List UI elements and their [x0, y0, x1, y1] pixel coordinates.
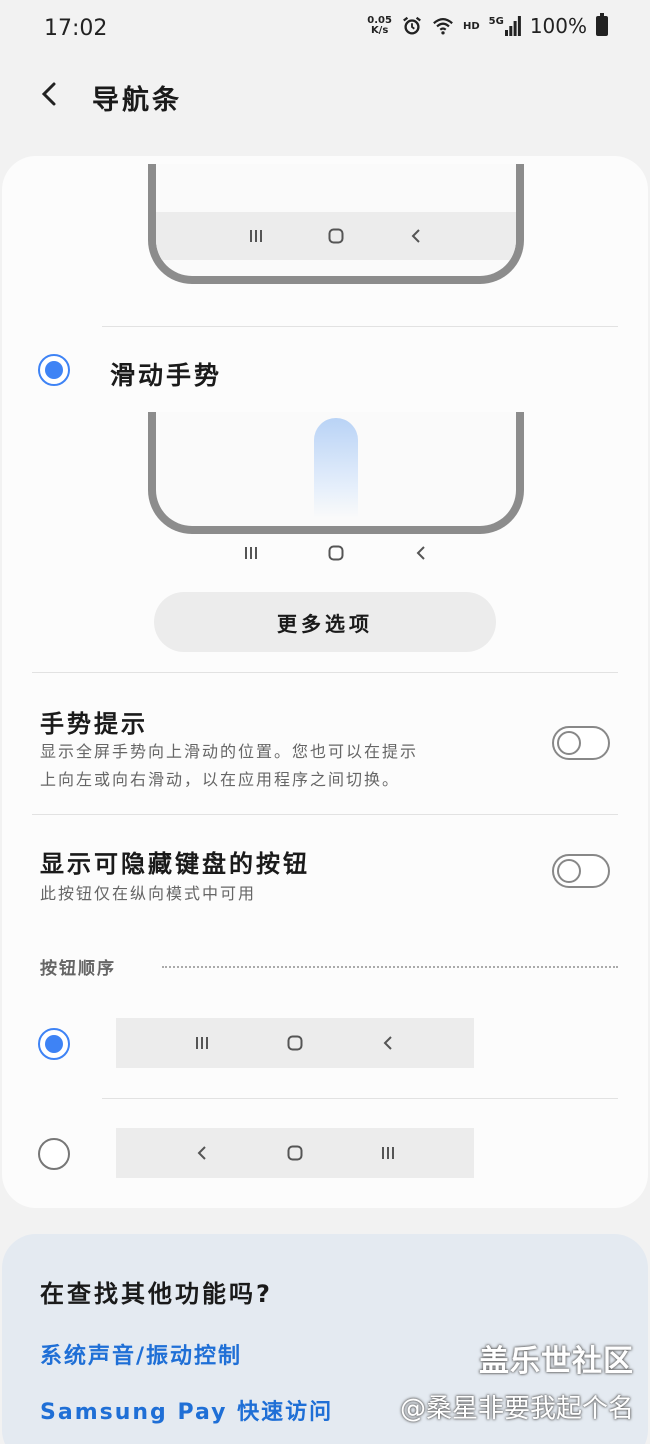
home-icon	[287, 1145, 303, 1161]
keyboard-button-desc: 此按钮仅在纵向模式中可用	[40, 884, 257, 903]
home-icon	[328, 545, 344, 561]
alarm-icon	[403, 16, 421, 35]
network-speed: 0.05 K/s	[367, 16, 392, 36]
watermark-author: @桑星非要我起个名	[399, 1394, 634, 1424]
button-order-option-1[interactable]	[116, 1018, 474, 1068]
recents-icon	[250, 230, 262, 242]
suggestion-link-sound-vibration[interactable]: 系统声音/振动控制	[40, 1338, 242, 1370]
back-icon	[411, 229, 420, 243]
divider	[32, 814, 618, 815]
button-nav-preview[interactable]	[148, 164, 524, 284]
gesture-swipe-hint	[314, 418, 358, 518]
recents-icon	[244, 547, 257, 559]
page-header: 导航条	[0, 66, 650, 122]
keyboard-button-toggle[interactable]	[552, 854, 610, 888]
settings-card: 滑动手势 更多选项 手势提示 显示全屏手势向上滑动的位置。您也可以在提示 上向左…	[2, 156, 648, 1208]
gesture-hint-desc: 显示全屏手势向上滑动的位置。您也可以在提示 上向左或向右滑动，以在应用程序之间切…	[40, 738, 520, 794]
divider	[102, 326, 618, 327]
status-time: 17:02	[44, 16, 108, 41]
back-icon	[383, 1036, 392, 1050]
button-order-radio-2[interactable]	[38, 1138, 70, 1170]
swipe-gesture-preview[interactable]	[148, 412, 524, 534]
section-divider-dots	[162, 966, 618, 968]
signal-indicator: 5G	[489, 16, 521, 36]
gesture-hint-toggle[interactable]	[552, 726, 610, 760]
status-indicators: 0.05 K/s HD 5G 100%	[367, 13, 608, 38]
gesture-hint-desc-line1: 显示全屏手势向上滑动的位置。您也可以在提示	[40, 742, 419, 761]
status-bar: 17:02 0.05 K/s HD 5G 100%	[0, 0, 650, 58]
button-nav-preview-bar	[156, 212, 516, 260]
suggestions-title: 在查找其他功能吗?	[40, 1280, 273, 1308]
back-icon	[197, 1146, 207, 1160]
back-chevron-icon[interactable]	[36, 76, 66, 112]
button-order-option-2[interactable]	[116, 1128, 474, 1178]
swipe-gesture-radio[interactable]	[38, 354, 70, 386]
battery-icon	[596, 13, 608, 36]
suggestion-link-samsung-pay[interactable]: Samsung Pay 快速访问	[40, 1394, 333, 1426]
divider	[32, 672, 618, 673]
back-icon	[416, 546, 426, 560]
button-order-radio-1[interactable]	[38, 1028, 70, 1060]
battery-percent: 100%	[529, 14, 587, 38]
home-icon	[287, 1035, 303, 1051]
wifi-icon	[433, 18, 453, 35]
button-order-section-label: 按钮顺序	[40, 959, 116, 979]
divider	[102, 1098, 618, 1099]
gesture-hint-desc-line2: 上向左或向右滑动，以在应用程序之间切换。	[40, 770, 401, 789]
watermark-community: 盖乐世社区	[479, 1344, 634, 1379]
signal-type: 5G	[488, 16, 504, 27]
home-icon	[328, 228, 344, 244]
network-speed-unit: K/s	[370, 25, 389, 36]
more-options-button[interactable]: 更多选项	[154, 592, 496, 652]
swipe-gesture-label[interactable]: 滑动手势	[110, 356, 222, 392]
toggle-knob	[557, 731, 581, 755]
signal-bars-icon	[504, 16, 521, 36]
toggle-knob	[557, 859, 581, 883]
recents-icon	[381, 1147, 394, 1159]
keyboard-button-title[interactable]: 显示可隐藏键盘的按钮	[40, 844, 310, 879]
page-title: 导航条	[92, 85, 182, 116]
recents-icon	[196, 1037, 209, 1049]
gesture-preview-nav-row	[148, 538, 524, 568]
hd-badge: HD	[462, 20, 480, 32]
gesture-hint-title[interactable]: 手势提示	[40, 704, 148, 739]
